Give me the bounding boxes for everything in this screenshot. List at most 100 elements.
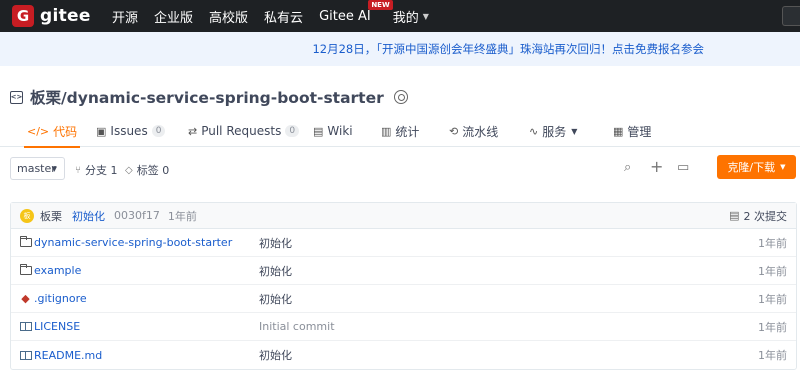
file-time: 1年前 bbox=[758, 320, 787, 334]
caret-down-icon: ▼ bbox=[51, 164, 57, 173]
repo-toolbar: master ▼ ⑂ 分支 1 ◇ 标签 0 ⌕ + ▭ 克隆/下载 ▼ bbox=[0, 151, 800, 191]
search-icon[interactable]: ⌕ bbox=[624, 160, 631, 175]
folder-icon bbox=[19, 264, 32, 277]
table-row[interactable]: dynamic-service-spring-boot-starter 初始化 … bbox=[11, 229, 796, 257]
code-repo-icon: <> bbox=[10, 90, 23, 104]
nav-item-education[interactable]: 高校版 bbox=[209, 7, 248, 26]
file-name[interactable]: README.md bbox=[34, 349, 102, 362]
commit-author[interactable]: 板栗 bbox=[40, 208, 62, 224]
tab-services[interactable]: ∿ 服务 ▼ bbox=[529, 115, 577, 147]
file-name[interactable]: dynamic-service-spring-boot-starter bbox=[34, 236, 232, 249]
project-header: <> 板栗/dynamic-service-spring-boot-starte… bbox=[0, 66, 800, 108]
manage-icon: ▦ bbox=[613, 124, 624, 138]
clone-download-label: 克隆/下载 bbox=[727, 161, 776, 174]
announcement-text[interactable]: 12月28日，「开源中国源创会年终盛典」珠海站再次回归！点击免费报名参会 bbox=[312, 41, 704, 57]
logo-text: gitee bbox=[40, 6, 91, 26]
new-badge: NEW bbox=[368, 0, 393, 10]
latest-commit-row: 板 板栗 初始化 0030f17 1年前 ▤ 2 次提交 bbox=[11, 203, 796, 229]
tags-label: 标签 0 bbox=[136, 164, 170, 177]
announcement-banner[interactable]: 12月28日，「开源中国源创会年终盛典」珠海站再次回归！点击免费报名参会 bbox=[0, 32, 800, 66]
commit-hash[interactable]: 0030f17 bbox=[114, 209, 160, 222]
chevron-down-icon: ▼ bbox=[422, 11, 429, 21]
tab-manage-label: 管理 bbox=[627, 124, 652, 139]
tag-icon: ◇ bbox=[125, 164, 133, 176]
file-time: 1年前 bbox=[758, 349, 787, 362]
nav-item-mine[interactable]: 我的 ▼ bbox=[393, 7, 429, 26]
code-icon: </> bbox=[27, 124, 50, 138]
issues-count: 0 bbox=[151, 125, 166, 137]
nav-item-mine-label: 我的 bbox=[392, 10, 419, 26]
nav-item-gitee-ai-label: Gitee AI bbox=[319, 8, 371, 24]
tab-pull-requests-label: Pull Requests bbox=[201, 124, 282, 138]
tab-pull-requests[interactable]: ⇄ Pull Requests 0 bbox=[188, 115, 300, 147]
services-icon: ∿ bbox=[529, 124, 539, 138]
nav-item-gitee-ai[interactable]: Gitee AI NEW bbox=[319, 0, 393, 24]
repo-title[interactable]: 板栗/dynamic-service-spring-boot-starter bbox=[30, 86, 384, 108]
tab-wiki[interactable]: ▤ Wiki bbox=[313, 115, 353, 147]
file-name[interactable]: example bbox=[34, 264, 81, 277]
clone-download-button[interactable]: 克隆/下载 ▼ bbox=[717, 155, 796, 179]
caret-down-icon: ▼ bbox=[780, 163, 786, 171]
table-row[interactable]: README.md 初始化 1年前 bbox=[11, 341, 796, 369]
gitee-logo[interactable]: G gitee bbox=[12, 5, 112, 27]
file-time: 1年前 bbox=[758, 292, 787, 306]
tab-wiki-label: Wiki bbox=[327, 124, 353, 138]
file-commit-message[interactable]: Initial commit bbox=[259, 320, 335, 333]
table-row[interactable]: LICENSE Initial commit 1年前 bbox=[11, 313, 796, 341]
book-icon bbox=[19, 349, 32, 362]
repo-tabs: </> 代码 ▣ Issues 0 ⇄ Pull Requests 0 ▤ Wi… bbox=[0, 115, 800, 148]
pull-request-icon: ⇄ bbox=[188, 124, 198, 138]
git-file-icon: ◆ bbox=[21, 292, 30, 305]
table-row[interactable]: ◆ .gitignore 初始化 1年前 bbox=[11, 285, 796, 313]
file-name[interactable]: LICENSE bbox=[34, 320, 80, 333]
commit-count-link[interactable]: ▤ 2 次提交 bbox=[729, 208, 787, 224]
tab-stats[interactable]: ▥ 统计 bbox=[381, 115, 419, 147]
pull-requests-count: 0 bbox=[285, 125, 300, 137]
issues-icon: ▣ bbox=[96, 124, 107, 138]
tab-issues-label: Issues bbox=[110, 124, 148, 138]
commit-message[interactable]: 初始化 bbox=[72, 208, 105, 224]
file-time: 1年前 bbox=[758, 264, 787, 278]
tab-services-label: 服务 bbox=[542, 124, 567, 139]
book-icon bbox=[19, 320, 32, 333]
branch-select[interactable]: master ▼ bbox=[10, 157, 65, 180]
nav-item-enterprise[interactable]: 企业版 bbox=[154, 7, 193, 26]
file-commit-message[interactable]: 初始化 bbox=[259, 263, 292, 279]
tab-issues[interactable]: ▣ Issues 0 bbox=[96, 115, 166, 147]
commit-count-label: 2 次提交 bbox=[743, 209, 788, 223]
file-commit-message[interactable]: 初始化 bbox=[259, 235, 292, 251]
branch-select-value: master bbox=[17, 162, 56, 175]
file-commit-message[interactable]: 初始化 bbox=[259, 291, 292, 307]
nav-item-opensource[interactable]: 开源 bbox=[112, 7, 138, 26]
table-row[interactable]: example 初始化 1年前 bbox=[11, 257, 796, 285]
search-box-edge[interactable] bbox=[782, 6, 800, 26]
tab-code[interactable]: </> 代码 bbox=[23, 115, 81, 148]
web-ide-icon[interactable]: ▭ bbox=[677, 160, 689, 175]
tab-pipeline[interactable]: ⟲ 流水线 bbox=[449, 115, 498, 147]
file-table: 板 板栗 初始化 0030f17 1年前 ▤ 2 次提交 dynamic-ser… bbox=[10, 202, 797, 370]
top-navbar: G gitee 开源 企业版 高校版 私有云 Gitee AI NEW 我的 ▼ bbox=[0, 0, 800, 32]
tab-stats-label: 统计 bbox=[395, 124, 420, 139]
commit-time: 1年前 bbox=[167, 209, 197, 223]
nav-item-private-cloud[interactable]: 私有云 bbox=[264, 7, 303, 26]
pipeline-icon: ⟲ bbox=[449, 124, 459, 138]
logo-badge: G bbox=[12, 5, 34, 27]
folder-icon bbox=[19, 236, 32, 249]
commits-icon: ▤ bbox=[729, 209, 740, 222]
branches-link[interactable]: ⑂ 分支 1 bbox=[75, 162, 118, 178]
recommend-badge-icon[interactable] bbox=[393, 90, 408, 104]
tab-pipeline-label: 流水线 bbox=[462, 124, 499, 139]
branches-label: 分支 1 bbox=[85, 164, 118, 177]
wiki-icon: ▤ bbox=[313, 124, 324, 138]
avatar[interactable]: 板 bbox=[20, 208, 34, 223]
tab-manage[interactable]: ▦ 管理 bbox=[613, 115, 651, 147]
file-time: 1年前 bbox=[758, 236, 787, 250]
chevron-down-icon: ▼ bbox=[571, 126, 578, 136]
chart-icon: ▥ bbox=[381, 124, 392, 138]
tab-code-label: 代码 bbox=[53, 124, 78, 139]
tags-link[interactable]: ◇ 标签 0 bbox=[125, 162, 169, 178]
add-file-icon[interactable]: + bbox=[650, 157, 663, 176]
file-commit-message[interactable]: 初始化 bbox=[259, 347, 292, 363]
file-name[interactable]: .gitignore bbox=[34, 292, 87, 305]
branch-icon: ⑂ bbox=[75, 164, 81, 176]
